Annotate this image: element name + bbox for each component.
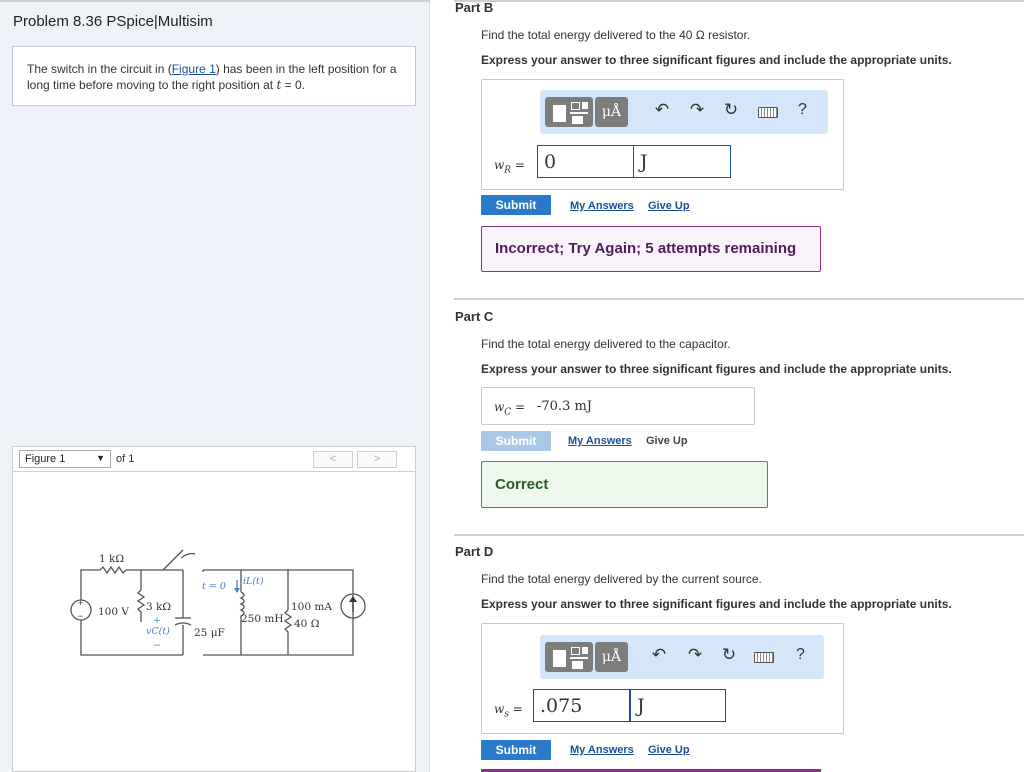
part-d-variable: ws = xyxy=(494,702,523,720)
part-c-instruction: Express your answer to three significant… xyxy=(481,362,952,376)
label-minus: − xyxy=(153,640,161,651)
figure-navigation-bar: Figure 1 ▼ of 1 < > xyxy=(12,446,416,472)
label-c: 25 μF xyxy=(194,627,225,639)
part-c-question: Find the total energy delivered to the c… xyxy=(481,337,731,351)
part-b-title: Part B xyxy=(455,0,494,15)
part-c-my-answers-link[interactable]: My Answers xyxy=(568,435,632,447)
part-c-title: Part C xyxy=(455,309,494,324)
templates-button[interactable] xyxy=(545,642,593,672)
part-c-answer-value: -70.3 mJ xyxy=(537,399,593,414)
part-d-math-toolbar: μÅ ↶ ↷ ↻ ? xyxy=(540,635,824,679)
label-plus: + xyxy=(153,615,161,626)
part-d-title: Part D xyxy=(455,544,494,559)
reset-icon[interactable]: ↻ xyxy=(718,645,740,665)
part-b-unit-input[interactable]: J xyxy=(633,145,731,178)
redo-icon[interactable]: ↷ xyxy=(686,100,708,120)
part-d-instruction: Express your answer to three significant… xyxy=(481,597,952,611)
part-c-answer-box: wC = -70.3 mJ xyxy=(481,387,755,425)
figure-select[interactable]: Figure 1 ▼ xyxy=(19,450,111,468)
part-b-instruction: Express your answer to three significant… xyxy=(481,53,952,67)
problem-title: Problem 8.36 PSpice|Multisim xyxy=(13,13,213,30)
label-l: 250 mH xyxy=(241,613,284,625)
label-t0: t = 0 xyxy=(202,581,226,592)
part-b-feedback: Incorrect; Try Again; 5 attempts remaini… xyxy=(481,226,821,272)
part-b-question: Find the total energy delivered to the 4… xyxy=(481,28,751,42)
problem-text: = 0. xyxy=(281,78,305,92)
label-40: 40 Ω xyxy=(294,618,320,630)
problem-statement: The switch in the circuit in (Figure 1) … xyxy=(12,46,416,106)
top-divider xyxy=(0,0,430,2)
templates-button[interactable] xyxy=(545,97,593,127)
figure-select-value: Figure 1 xyxy=(25,453,66,465)
help-button[interactable]: ? xyxy=(796,646,805,664)
keyboard-icon[interactable] xyxy=(758,107,778,118)
wire xyxy=(80,569,100,600)
help-button[interactable]: ? xyxy=(798,101,807,119)
current-source-arrow-head xyxy=(349,596,357,602)
part-d-answer-box: μÅ ↶ ↷ ↻ ? ws = .075 J xyxy=(481,623,844,734)
part-b-my-answers-link[interactable]: My Answers xyxy=(570,200,634,212)
switch-arm xyxy=(162,549,184,571)
label-il: iL(t) xyxy=(243,576,264,587)
units-button[interactable]: μÅ xyxy=(595,642,628,672)
figure-area: + − 1 kΩ 3 kΩ 100 V 25 μF 250 mH 100 mA … xyxy=(12,472,416,772)
part-c-give-up-label: Give Up xyxy=(646,435,688,447)
switch-arrow xyxy=(180,552,196,559)
part-divider xyxy=(454,0,1024,2)
part-c-submit-button: Submit xyxy=(481,431,551,451)
part-divider xyxy=(454,534,1024,536)
figure-count: of 1 xyxy=(116,453,135,465)
answer-panel: Part B Find the total energy delivered t… xyxy=(430,0,1024,772)
label-r1: 1 kΩ xyxy=(99,553,124,565)
capacitor-plate xyxy=(174,622,192,626)
part-d-my-answers-link[interactable]: My Answers xyxy=(570,744,634,756)
keyboard-icon[interactable] xyxy=(754,652,774,663)
label-vc: vC(t) xyxy=(146,626,170,637)
label-3k: 3 kΩ xyxy=(146,601,171,613)
part-c-variable: wC = xyxy=(494,400,526,418)
part-d-submit-button[interactable]: Submit xyxy=(481,740,551,760)
part-b-value-input[interactable]: 0 xyxy=(537,145,634,178)
il-arrow-head xyxy=(234,588,240,593)
part-c-feedback: Correct xyxy=(481,461,768,508)
part-d-give-up-link[interactable]: Give Up xyxy=(648,744,690,756)
label-i-src: 100 mA xyxy=(291,601,332,613)
resistor-1k xyxy=(99,565,127,575)
redo-icon[interactable]: ↷ xyxy=(684,645,706,665)
vs-minus: − xyxy=(78,611,83,621)
problem-panel: Problem 8.36 PSpice|Multisim The switch … xyxy=(0,0,430,772)
part-b-submit-button[interactable]: Submit xyxy=(481,195,551,215)
resistor-40 xyxy=(283,609,293,655)
previous-figure-button[interactable]: < xyxy=(313,451,353,468)
vs-plus: + xyxy=(78,598,83,608)
circuit-diagram: + − 1 kΩ 3 kΩ 100 V 25 μF 250 mH 100 mA … xyxy=(70,549,366,656)
part-d-value-input[interactable]: .075 xyxy=(533,689,630,722)
part-d-question: Find the total energy delivered by the c… xyxy=(481,572,762,586)
part-b-variable: wR = xyxy=(494,158,525,176)
part-d-unit-input[interactable]: J xyxy=(630,689,726,722)
undo-icon[interactable]: ↶ xyxy=(648,645,670,665)
part-divider xyxy=(454,298,1024,300)
undo-icon[interactable]: ↶ xyxy=(651,100,673,120)
reset-icon[interactable]: ↻ xyxy=(720,100,742,120)
dropdown-arrow-icon: ▼ xyxy=(96,453,105,463)
part-b-math-toolbar: μÅ ↶ ↷ ↻ ? xyxy=(540,90,828,134)
problem-text: The switch in the circuit in ( xyxy=(27,62,172,76)
part-b-answer-box: μÅ ↶ ↷ ↻ ? wR = 0 J xyxy=(481,79,844,190)
figure-link[interactable]: Figure 1 xyxy=(172,62,216,76)
units-button[interactable]: μÅ xyxy=(595,97,628,127)
part-b-give-up-link[interactable]: Give Up xyxy=(648,200,690,212)
resistor-3k xyxy=(136,589,146,613)
next-figure-button[interactable]: > xyxy=(357,451,397,468)
label-100v: 100 V xyxy=(98,606,129,618)
